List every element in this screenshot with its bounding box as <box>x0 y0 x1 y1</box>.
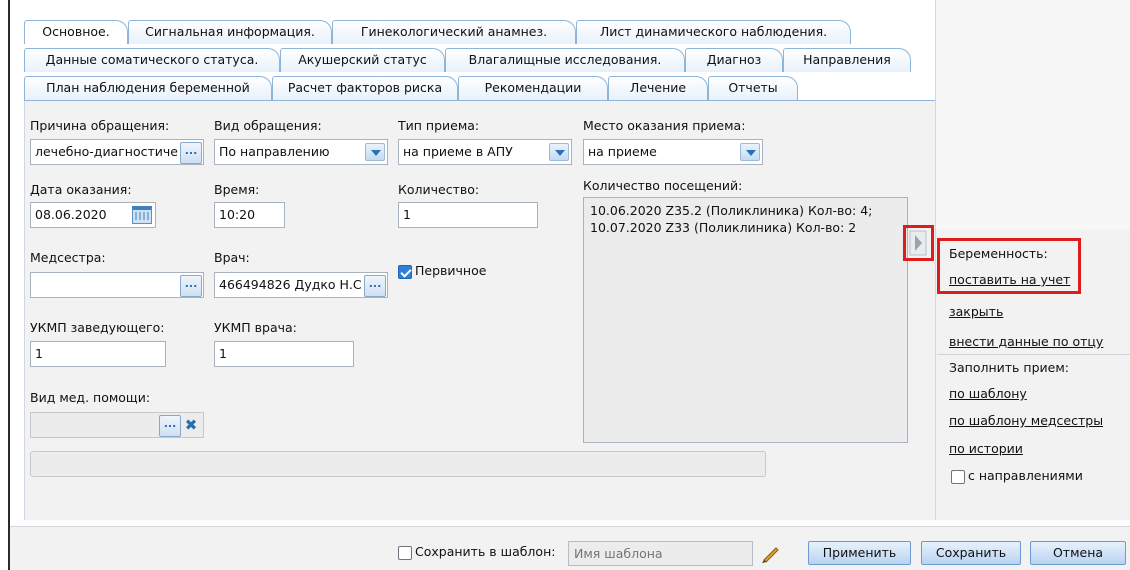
tab-vaginal-exams[interactable]: Влагалищные исследования. <box>445 48 685 72</box>
type-dropdown[interactable]: на приеме в АПУ <box>398 139 572 165</box>
clear-icon[interactable]: ✖ <box>181 415 201 435</box>
place-label: Место оказания приема: <box>583 118 746 133</box>
tab-obstetric-status[interactable]: Акушерский статус <box>280 48 445 72</box>
chevron-down-icon[interactable] <box>365 143 385 161</box>
visits-list[interactable]: 10.06.2020 Z35.2 (Поликлиника) Кол-во: 4… <box>583 197 908 443</box>
cancel-button[interactable]: Отмена <box>1030 541 1126 565</box>
list-item: 10.06.2020 Z35.2 (Поликлиника) Кол-во: 4… <box>590 203 873 218</box>
ukmp-head-label: УКМП заведующего: <box>30 320 165 335</box>
nurse-field[interactable]: ... <box>30 272 204 298</box>
doctor-field[interactable]: 466494826 Дудко Н.С ... <box>214 272 388 298</box>
date-value: 08.06.2020 <box>35 207 107 222</box>
tab-gyn-anamnesis[interactable]: Гинекологический анамнез. <box>332 20 576 44</box>
date-label: Дата оказания: <box>30 182 132 197</box>
with-referrals-checkbox[interactable] <box>951 470 965 484</box>
visits-label: Количество посещений: <box>583 178 743 193</box>
tab-main[interactable]: Основное. <box>24 20 128 44</box>
with-referrals-label: с направлениями <box>968 468 1083 483</box>
time-value: 10:20 <box>219 207 256 222</box>
tab-dynamic-observation[interactable]: Лист динамического наблюдения. <box>576 20 851 44</box>
kind-value: По направлению <box>219 144 330 159</box>
divider <box>937 354 1130 355</box>
doctor-value: 466494826 Дудко Н.С <box>219 277 362 292</box>
med-help-field[interactable]: ... ✖ <box>30 412 204 438</box>
ukmp-head-value: 1 <box>35 346 43 361</box>
time-label: Время: <box>214 182 260 197</box>
count-value: 1 <box>403 207 411 222</box>
med-help-select-button[interactable]: ... <box>159 415 181 437</box>
pencil-icon[interactable] <box>760 542 782 564</box>
ukmp-doc-label: УКМП врача: <box>214 320 297 335</box>
tab-treatment[interactable]: Лечение <box>608 76 708 100</box>
chevron-down-icon[interactable] <box>549 143 569 161</box>
register-pregnancy-link[interactable]: поставить на учет <box>949 272 1070 287</box>
save-template-checkbox[interactable] <box>398 546 412 560</box>
ukmp-doc-field[interactable]: 1 <box>214 341 354 367</box>
right-panel-top <box>935 0 1130 230</box>
primary-label: Первичное <box>415 263 487 278</box>
tab-somatic-status[interactable]: Данные соматического статуса. <box>24 48 280 72</box>
window-left-edge <box>0 0 4 570</box>
tab-risk-factors[interactable]: Расчет факторов риска <box>272 76 458 100</box>
nurse-label: Медсестра: <box>30 250 106 265</box>
date-field[interactable]: 08.06.2020 <box>30 202 156 228</box>
tab-reports[interactable]: Отчеты <box>708 76 798 100</box>
fill-by-template-link[interactable]: по шаблону <box>949 386 1027 401</box>
progress-bar <box>30 451 766 477</box>
tabs-divider <box>24 100 935 101</box>
count-label: Количество: <box>398 182 480 197</box>
save-button[interactable]: Сохранить <box>921 541 1021 565</box>
tab-diagnosis[interactable]: Диагноз <box>685 48 783 72</box>
expand-arrow-icon[interactable] <box>906 229 930 259</box>
nurse-select-button[interactable]: ... <box>180 275 202 297</box>
ukmp-head-field[interactable]: 1 <box>30 341 166 367</box>
kind-dropdown[interactable]: По направлению <box>214 139 388 165</box>
reason-select-button[interactable]: ... <box>180 142 202 164</box>
time-field[interactable]: 10:20 <box>214 202 285 228</box>
primary-checkbox[interactable] <box>398 265 412 279</box>
fill-reception-label: Заполнить прием: <box>949 360 1069 375</box>
reason-field[interactable]: лечебно-диагностиче ... <box>30 139 204 165</box>
doctor-select-button[interactable]: ... <box>364 275 386 297</box>
father-data-link[interactable]: внести данные по отцу <box>949 334 1103 349</box>
type-label: Тип приема: <box>398 118 480 133</box>
chevron-down-icon[interactable] <box>740 143 760 161</box>
template-name-input[interactable] <box>568 541 753 566</box>
fill-by-history-link[interactable]: по истории <box>949 441 1023 456</box>
apply-button[interactable]: Применить <box>808 541 911 565</box>
calendar-icon[interactable] <box>132 206 152 224</box>
list-item: 10.07.2020 Z33 (Поликлиника) Кол-во: 2 <box>590 220 857 235</box>
type-value: на приеме в АПУ <box>403 144 513 159</box>
tab-recommendations[interactable]: Рекомендации <box>458 76 608 100</box>
reason-value: лечебно-диагностиче <box>35 144 178 159</box>
tab-referrals[interactable]: Направления <box>783 48 911 72</box>
save-template-label: Сохранить в шаблон: <box>415 544 556 559</box>
tab-signal-info[interactable]: Сигнальная информация. <box>128 20 332 44</box>
place-value: на приеме <box>588 144 657 159</box>
fill-by-nurse-template-link[interactable]: по шаблону медсестры <box>949 413 1103 428</box>
close-pregnancy-link[interactable]: закрыть <box>949 304 1003 319</box>
place-dropdown[interactable]: на приеме <box>583 139 763 165</box>
doctor-label: Врач: <box>214 250 250 265</box>
med-help-label: Вид мед. помощи: <box>30 390 151 405</box>
kind-label: Вид обращения: <box>214 118 322 133</box>
tab-pregnancy-plan[interactable]: План наблюдения беременной <box>24 76 272 100</box>
pregnancy-label: Беременность: <box>949 246 1048 261</box>
count-field[interactable]: 1 <box>398 202 538 228</box>
reason-label: Причина обращения: <box>30 118 170 133</box>
ukmp-doc-value: 1 <box>219 346 227 361</box>
